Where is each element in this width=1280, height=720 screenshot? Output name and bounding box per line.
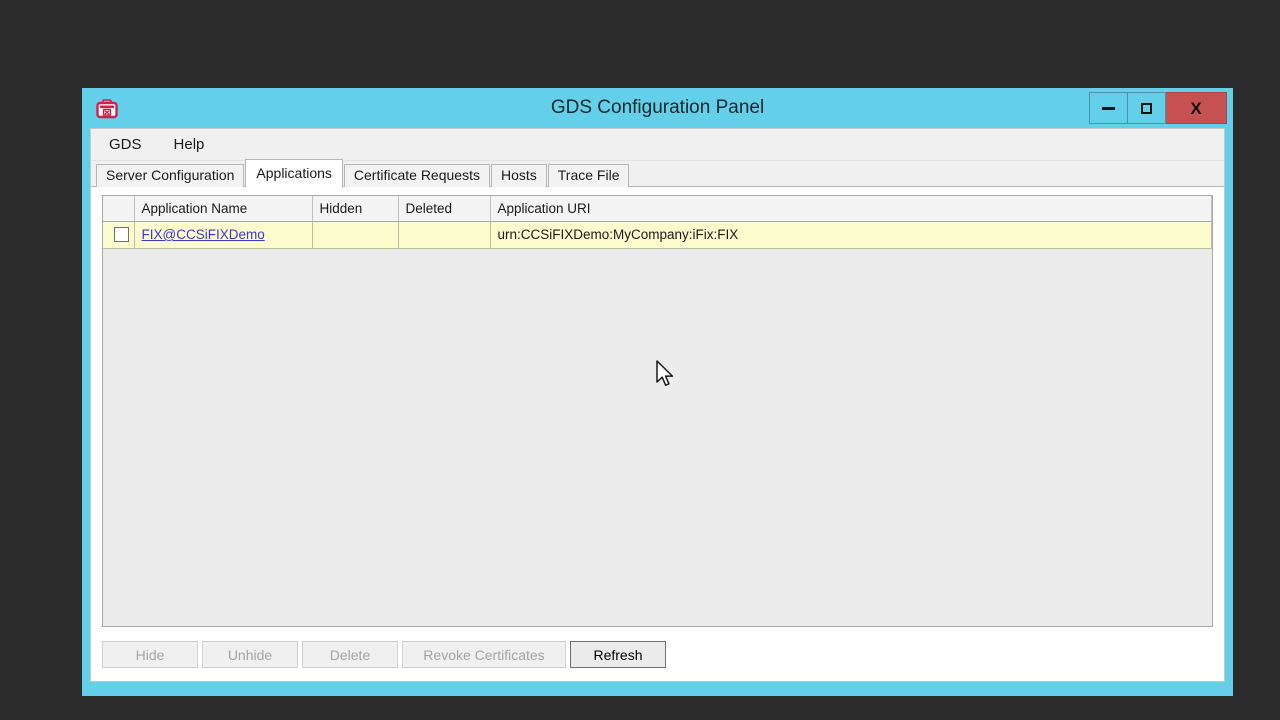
menu-item-help[interactable]: Help xyxy=(172,134,217,155)
applications-table: Application Name Hidden Deleted Applicat… xyxy=(103,196,1212,249)
title-bar[interactable]: GDS Configuration Panel X xyxy=(82,88,1233,128)
application-window: GDS Configuration Panel X GDS Help Serve… xyxy=(82,88,1233,696)
table-header-row: Application Name Hidden Deleted Applicat… xyxy=(103,196,1212,222)
unhide-button[interactable]: Unhide xyxy=(202,641,298,668)
cell-application-name[interactable]: FIX@CCSiFIXDemo xyxy=(134,221,313,249)
cell-hidden xyxy=(312,221,399,249)
tab-applications[interactable]: Applications xyxy=(245,159,343,188)
minimize-icon xyxy=(1102,106,1115,110)
revoke-certificates-button[interactable]: Revoke Certificates xyxy=(402,641,566,668)
column-header-application-name[interactable]: Application Name xyxy=(134,196,313,222)
menu-item-gds[interactable]: GDS xyxy=(107,134,154,155)
tab-server-configuration[interactable]: Server Configuration xyxy=(96,164,245,187)
table-row[interactable]: FIX@CCSiFIXDemo urn:CCSiFIXDemo:MyCompan… xyxy=(103,221,1212,249)
column-header-application-uri[interactable]: Application URI xyxy=(490,196,1212,222)
close-button[interactable]: X xyxy=(1166,92,1227,124)
window-title: GDS Configuration Panel xyxy=(550,97,765,118)
row-select-cell[interactable] xyxy=(103,221,135,249)
column-header-deleted[interactable]: Deleted xyxy=(398,196,491,222)
column-header-select[interactable] xyxy=(103,196,135,222)
delete-button[interactable]: Delete xyxy=(302,641,398,668)
tab-strip: Server Configuration Applications Certif… xyxy=(91,159,1224,188)
cell-deleted xyxy=(398,221,491,249)
menu-bar: GDS Help xyxy=(91,129,1224,161)
maximize-button[interactable] xyxy=(1128,92,1166,124)
window-client-area: GDS Help Server Configuration Applicatio… xyxy=(90,128,1225,682)
window-controls: X xyxy=(1089,92,1227,124)
hide-button[interactable]: Hide xyxy=(102,641,198,668)
tab-panel-applications: Application Name Hidden Deleted Applicat… xyxy=(91,188,1224,681)
action-button-bar: Hide Unhide Delete Revoke Certificates R… xyxy=(102,641,670,668)
minimize-button[interactable] xyxy=(1089,92,1128,124)
applications-list-panel[interactable]: Application Name Hidden Deleted Applicat… xyxy=(102,195,1213,627)
cell-application-uri: urn:CCSiFIXDemo:MyCompany:iFix:FIX xyxy=(490,221,1212,249)
refresh-button[interactable]: Refresh xyxy=(570,641,666,668)
close-icon: X xyxy=(1190,98,1202,118)
tab-trace-file[interactable]: Trace File xyxy=(547,164,630,187)
column-header-hidden[interactable]: Hidden xyxy=(312,196,399,222)
desktop-background: GDS Configuration Panel X GDS Help Serve… xyxy=(0,0,1280,720)
tab-hosts[interactable]: Hosts xyxy=(490,164,547,187)
tab-certificate-requests[interactable]: Certificate Requests xyxy=(343,164,490,187)
row-checkbox[interactable] xyxy=(114,227,130,242)
maximize-icon xyxy=(1141,102,1152,114)
application-name-link[interactable]: FIX@CCSiFIXDemo xyxy=(142,227,265,242)
